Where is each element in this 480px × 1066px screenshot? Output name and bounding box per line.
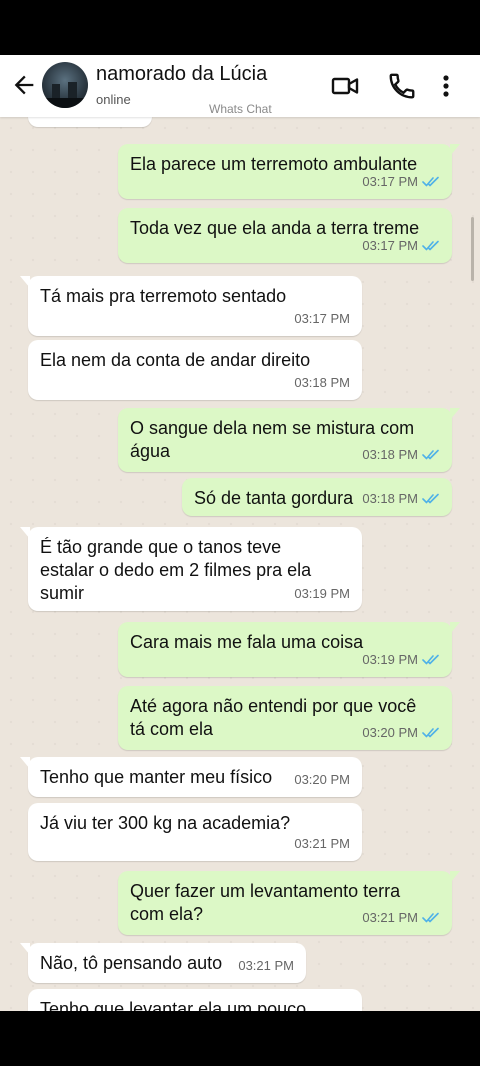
phone-icon[interactable] <box>387 71 417 101</box>
double-check-icon <box>422 727 439 738</box>
chat-area[interactable]: 03:16 PM Ela parece um terremoto ambulant… <box>0 117 480 1011</box>
message-meta: 03:21 PM <box>238 954 294 977</box>
outgoing-message[interactable]: Até agora não entendi por que você tá co… <box>118 686 452 750</box>
message-text: Tenho que levantar ela um pouco <box>40 999 307 1011</box>
contact-name[interactable]: namorado da Lúcia <box>96 63 267 86</box>
message-time: 03:19 PM <box>294 586 350 601</box>
double-check-icon <box>422 240 439 251</box>
message-text: É tão grande que o tanos teve estalar o … <box>40 537 312 603</box>
incoming-message[interactable]: Já viu ter 300 kg na academia? 03:21 PM <box>28 803 362 861</box>
app-watermark: Whats Chat <box>209 102 272 116</box>
message-meta: 03:19 PM <box>362 648 440 671</box>
message-meta: 03:17 PM <box>362 170 440 193</box>
incoming-message[interactable]: Não, tô pensando auto 03:21 PM <box>20 943 306 983</box>
message-time: 03:18 PM <box>362 491 418 506</box>
video-call-icon[interactable] <box>330 71 360 101</box>
message-time: 03:17 PM <box>294 311 350 326</box>
back-arrow-icon[interactable] <box>10 71 38 99</box>
incoming-message[interactable]: Ela nem da conta de andar direito 03:18 P… <box>28 340 362 400</box>
outgoing-message[interactable]: Só de tanta gordura 03:18 PM <box>182 478 452 516</box>
double-check-icon <box>422 449 439 460</box>
incoming-message[interactable]: É tão grande que o tanos teve estalar o … <box>20 527 362 611</box>
message-meta: 03:20 PM <box>294 768 350 791</box>
double-check-icon <box>422 493 439 504</box>
message-time: 03:16 PM <box>84 117 140 121</box>
message-meta: 03:20 PM <box>362 721 440 744</box>
message-text: Tenho que manter meu físico <box>40 767 273 787</box>
incoming-message[interactable]: 03:16 PM <box>28 117 152 127</box>
message-meta: 03:17 PM <box>294 307 350 330</box>
more-options-icon[interactable] <box>431 71 461 101</box>
message-text: Quer fazer um levantamento terra com ela… <box>130 881 401 924</box>
outgoing-message[interactable]: Quer fazer um levantamento terra com ela… <box>118 871 460 935</box>
message-text: Já viu ter 300 kg na academia? <box>40 813 291 833</box>
message-text: Só de tanta gordura <box>194 488 354 508</box>
message-meta: 03:16 PM <box>84 117 140 121</box>
message-meta: 03:21 PM <box>294 832 350 855</box>
chat-header: namorado da Lúcia online Whats Chat <box>0 55 480 117</box>
message-time: 03:18 PM <box>362 447 418 462</box>
message-text: Não, tô pensando auto <box>40 953 223 973</box>
message-time: 03:20 PM <box>362 725 418 740</box>
message-time: 03:17 PM <box>362 238 418 253</box>
message-time: 03:18 PM <box>294 375 350 390</box>
outgoing-message[interactable]: O sangue dela nem se mistura com água 03:… <box>118 408 460 472</box>
message-meta: 03:17 PM <box>362 234 440 257</box>
outgoing-message[interactable]: Cara mais me fala uma coisa 03:19 PM <box>118 622 460 677</box>
double-check-icon <box>422 912 439 923</box>
avatar[interactable] <box>42 62 88 108</box>
message-time: 03:17 PM <box>362 174 418 189</box>
contact-status: online <box>96 92 131 107</box>
message-time: 03:21 PM <box>294 836 350 851</box>
status-bar <box>0 0 480 55</box>
message-time: 03:21 PM <box>238 958 294 973</box>
double-check-icon <box>422 654 439 665</box>
incoming-message[interactable]: Tá mais pra terremoto sentado 03:17 PM <box>20 276 362 336</box>
message-meta: 03:19 PM <box>294 582 350 605</box>
message-meta: 03:18 PM <box>362 443 440 466</box>
double-check-icon <box>422 176 439 187</box>
scrollbar[interactable] <box>471 217 474 281</box>
incoming-message[interactable]: Tenho que manter meu físico 03:20 PM <box>20 757 362 797</box>
navigation-bar <box>0 1011 480 1066</box>
incoming-message[interactable]: Tenho que levantar ela um pouco <box>28 989 362 1011</box>
message-meta: 03:21 PM <box>362 906 440 929</box>
outgoing-message[interactable]: Ela parece um terremoto ambulante 03:17 P… <box>118 144 460 199</box>
message-meta: 03:18 PM <box>362 487 440 510</box>
message-text: Ela nem da conta de andar direito <box>40 350 311 370</box>
message-time: 03:20 PM <box>294 772 350 787</box>
message-text: Tá mais pra terremoto sentado <box>40 286 287 306</box>
message-time: 03:19 PM <box>362 652 418 667</box>
outgoing-message[interactable]: Toda vez que ela anda a terra treme 03:17… <box>118 208 452 263</box>
message-text: Cara mais me fala uma coisa <box>130 632 364 652</box>
message-meta: 03:18 PM <box>294 371 350 394</box>
message-time: 03:21 PM <box>362 910 418 925</box>
